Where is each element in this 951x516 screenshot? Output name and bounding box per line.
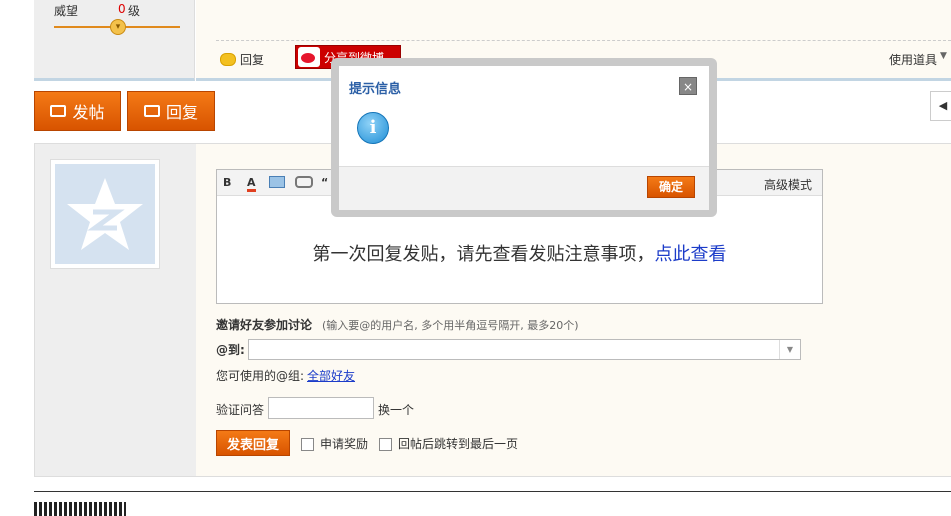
comment-bubble-icon <box>220 53 236 66</box>
new-post-label: 发帖 <box>72 103 105 122</box>
site-logo <box>34 502 126 516</box>
invite-title: 邀请好友参加讨论 <box>216 318 313 332</box>
quote-button[interactable]: “ <box>321 176 328 189</box>
footer-divider <box>34 491 951 492</box>
jump-last-option[interactable]: 回帖后跳转到最后一页 <box>379 435 518 452</box>
font-color-button[interactable]: A <box>247 176 256 192</box>
invite-hint: (输入要@的用户名, 多个用半角逗号隔开, 最多20个) <box>322 319 579 332</box>
verify-answer-input[interactable] <box>268 397 374 419</box>
change-question-link[interactable]: 换一个 <box>378 401 414 418</box>
dialog-footer: 确定 <box>339 166 709 210</box>
image-icon[interactable] <box>269 176 285 188</box>
weibo-icon <box>298 47 320 67</box>
groups-label: 您可使用的@组: <box>216 369 305 383</box>
at-users-input[interactable]: ▼ <box>248 339 801 360</box>
post-icon <box>50 105 67 117</box>
reward-label: 申请奖励 <box>320 437 369 451</box>
reply-button-label: 回复 <box>165 103 198 122</box>
reply-button[interactable]: 回复 <box>127 91 215 131</box>
default-avatar-icon <box>55 164 155 264</box>
link-icon[interactable] <box>295 176 313 188</box>
reputation-label: 威望 <box>54 4 79 18</box>
avatar[interactable] <box>50 159 160 269</box>
reputation-value: 0 <box>118 2 126 16</box>
reward-checkbox[interactable] <box>301 438 314 451</box>
post-reply-link[interactable]: 回复 <box>220 51 264 68</box>
post-reply-label: 回复 <box>240 53 265 67</box>
at-label: @到: <box>216 343 245 357</box>
submit-reply-button[interactable]: 发表回复 <box>216 430 290 456</box>
footer <box>34 502 126 516</box>
all-friends-link[interactable]: 全部好友 <box>307 367 355 384</box>
divider <box>216 40 951 41</box>
reward-option[interactable]: 申请奖励 <box>301 435 368 452</box>
new-post-button[interactable]: 发帖 <box>34 91 121 131</box>
view-notice-link[interactable]: 点此查看 <box>655 244 727 265</box>
confirm-button[interactable]: 确定 <box>647 176 695 198</box>
dropdown-arrow-icon[interactable]: ▼ <box>779 340 800 359</box>
dialog-title: 提示信息 <box>349 82 402 97</box>
close-icon[interactable]: × <box>679 77 697 95</box>
first-post-notice: 第一次回复发贴，请先查看发贴注意事项，点此查看 <box>217 240 822 266</box>
jump-last-label: 回帖后跳转到最后一页 <box>398 437 519 451</box>
jump-last-checkbox[interactable] <box>379 438 392 451</box>
notice-text: 第一次回复发贴，请先查看发贴注意事项， <box>312 244 655 265</box>
info-icon: i <box>357 112 389 144</box>
use-tools-menu[interactable]: 使用道具 <box>889 51 937 68</box>
chevron-down-icon: ▼ <box>940 51 947 61</box>
advanced-mode-link[interactable]: 高级模式 <box>764 176 812 193</box>
back-arrow-icon[interactable]: ◀ <box>930 91 951 121</box>
reputation-unit: 级 <box>128 4 141 18</box>
verify-label: 验证问答 <box>216 403 265 417</box>
reply-icon <box>143 105 160 117</box>
info-dialog: 提示信息 × i 确定 <box>339 66 709 210</box>
expand-chevron-icon[interactable]: ▾ <box>110 19 126 35</box>
bold-button[interactable]: B <box>223 176 231 189</box>
